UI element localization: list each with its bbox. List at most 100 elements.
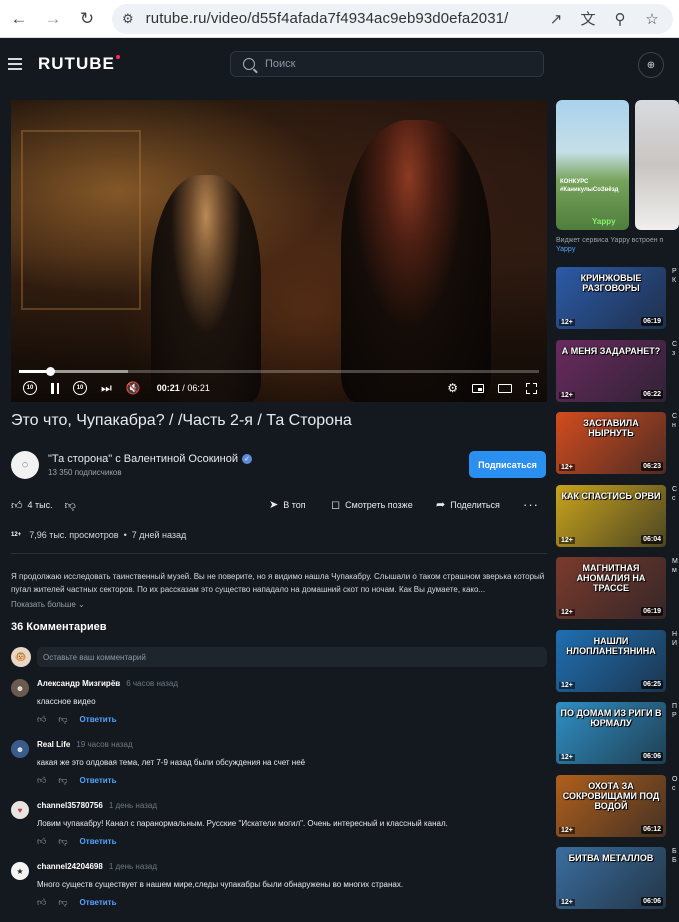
video-frame [11, 100, 547, 402]
recommendation-card[interactable]: ОХОТА ЗА СОКРОВИЩАМИ ПОД ВОДОЙ 12+ 06:12 О … [556, 774, 679, 848]
show-more-button[interactable]: Показать больше ⌄ [11, 600, 547, 609]
recommendation-title[interactable]: Р К [672, 267, 679, 285]
url-text[interactable]: rutube.ru/video/d55f4afada7f4934ac9eb93d… [146, 10, 535, 27]
recommendation-thumbnail[interactable]: КРИНЖОВЫЕ РАЗГОВОРЫ 12+ 06:19 [556, 267, 666, 329]
comment-text: какая же это олдовая тема, лет 7-9 назад… [37, 758, 306, 767]
pause-icon[interactable] [51, 380, 59, 396]
back-icon[interactable]: ← [6, 6, 32, 32]
duration-badge: 06:25 [641, 679, 663, 689]
short-video-card[interactable]: КОНКУРС #КаникулыСоЗвёзд Yappy [556, 100, 629, 230]
watch-later-button[interactable]: ◻ Смотреть позже [331, 498, 413, 511]
duration-badge: 06:06 [641, 752, 663, 761]
short-video-card[interactable] [635, 100, 679, 230]
recommendation-card[interactable]: КРИНЖОВЫЕ РАЗГОВОРЫ 12+ 06:19 Р К [556, 267, 679, 340]
recommendation-card[interactable]: А МЕНЯ ЗАДАРАНЕТ? 12+ 06:22 С з [556, 339, 679, 413]
comment-author[interactable]: channel35780756 [37, 801, 103, 810]
widget-source-link[interactable]: Yappy [556, 246, 575, 253]
recommendation-card[interactable]: НАШЛИ НЛОПЛАНЕТЯНИНА 12+ 06:25 Н И [556, 629, 679, 703]
duration-badge: 06:19 [641, 607, 663, 616]
thumbnail-caption: ЗАСТАВИЛА НЫРНУТЬ [583, 418, 639, 438]
theater-mode-icon[interactable] [498, 380, 512, 396]
zoom-icon[interactable]: ⚲ [609, 8, 631, 30]
recommendation-thumbnail[interactable]: ОХОТА ЗА СОКРОВИЩАМИ ПОД ВОДОЙ 12+ 06:12 [556, 774, 666, 837]
recommendation-thumbnail[interactable]: КАК СПАСТИСЬ ОРВИ 12+ 06:04 [556, 484, 666, 547]
settings-gear-icon[interactable]: ⚙ [447, 380, 458, 396]
channel-name[interactable]: "Та сторона" с Валентиной Осокиной ✓ [48, 453, 253, 465]
recommendation-thumbnail[interactable]: НАШЛИ НЛОПЛАНЕТЯНИНА 12+ 06:25 [556, 629, 666, 692]
comment-like-icon[interactable]: 👍︎ [37, 714, 46, 725]
recommendation-title[interactable]: О с [672, 775, 679, 793]
comment-author[interactable]: Александр Мизгирёв [37, 679, 120, 688]
recommendation-title[interactable]: П Р [672, 702, 679, 720]
commenter-avatar[interactable]: ☻ [11, 679, 29, 697]
reply-button[interactable]: Ответить [80, 898, 117, 907]
recommendation-title[interactable]: Н И [672, 630, 679, 648]
mute-icon[interactable]: 🔇 [126, 380, 141, 396]
comment-dislike-icon[interactable]: 👎︎ [58, 714, 67, 725]
dislike-button[interactable]: 👎︎ [65, 499, 76, 512]
recommendation-title[interactable]: М м [672, 557, 679, 575]
reply-button[interactable]: Ответить [80, 715, 117, 724]
address-bar[interactable]: ⚙ rutube.ru/video/d55f4afada7f4934ac9eb9… [112, 3, 673, 34]
recommendation-card[interactable]: ПО ДОМАМ ИЗ РИГИ В ЮРМАЛУ 12+ 06:06 П Р [556, 702, 679, 775]
next-icon[interactable]: ⏭ [101, 380, 112, 396]
video-meta: 12+ 7,96 тыс. просмотров • 7 дней назад [11, 530, 187, 540]
chevron-down-icon: ⌄ [78, 600, 85, 609]
recommendation-card[interactable]: МАГНИТНАЯ АНОМАЛИЯ НА ТРАССЕ 12+ 06:19 М м [556, 557, 679, 630]
age-badge: 12+ [559, 536, 575, 544]
recommendation-title[interactable]: С з [672, 340, 679, 358]
recommendation-title[interactable]: Б Б [672, 847, 679, 865]
recommendation-title[interactable]: С с [672, 485, 679, 503]
recommendation-thumbnail[interactable]: МАГНИТНАЯ АНОМАЛИЯ НА ТРАССЕ 12+ 06:19 [556, 557, 666, 619]
search-input[interactable]: Поиск [230, 51, 544, 77]
menu-icon[interactable] [8, 58, 22, 70]
recommendation-thumbnail[interactable]: БИТВА МЕТАЛЛОВ 12+ 06:06 [556, 847, 666, 909]
comment-author[interactable]: channel24204698 [37, 862, 103, 871]
top-button[interactable]: ➤ В топ [269, 498, 306, 511]
more-options-icon[interactable]: ··· [523, 497, 539, 512]
pip-icon[interactable] [472, 380, 484, 396]
comment-like-icon[interactable]: 👍︎ [37, 897, 46, 908]
reload-icon[interactable]: ↻ [74, 6, 100, 32]
commenter-avatar[interactable]: ☻ [11, 740, 29, 758]
comment-dislike-icon[interactable]: 👎︎ [58, 897, 67, 908]
recommendation-card[interactable]: БИТВА МЕТАЛЛОВ 12+ 06:06 Б Б [556, 847, 679, 920]
recommendation-card[interactable]: КАК СПАСТИСЬ ОРВИ 12+ 06:04 С с [556, 484, 679, 558]
fullscreen-icon[interactable] [526, 380, 537, 396]
open-in-app-icon[interactable]: ↗ [545, 8, 567, 30]
comment-dislike-icon[interactable]: 👎︎ [58, 775, 67, 786]
comment-dislike-icon[interactable]: 👎︎ [58, 836, 67, 847]
video-player[interactable]: 10 10 ⏭ 🔇 00:21 / 06:21 ⚙ [11, 100, 547, 402]
rutube-logo[interactable]: RUTUBE [38, 54, 120, 74]
reply-button[interactable]: Ответить [80, 776, 117, 785]
upload-icon[interactable]: ⊕ [638, 52, 664, 78]
site-settings-icon[interactable]: ⚙ [122, 11, 134, 27]
progress-bar[interactable] [19, 367, 539, 376]
comment-like-icon[interactable]: 👍︎ [37, 775, 46, 786]
comment-input[interactable]: Оставьте ваш комментарий [37, 647, 547, 667]
recommendation-thumbnail[interactable]: ПО ДОМАМ ИЗ РИГИ В ЮРМАЛУ 12+ 06:06 [556, 702, 666, 764]
like-button[interactable]: 👍︎ 4 тыс. [11, 499, 53, 512]
comment-item: ♥ channel35780756 1 день назад Ловим чупа… [11, 801, 547, 850]
duration-badge: 06:04 [641, 534, 663, 544]
share-button[interactable]: ➦ Поделиться [436, 498, 500, 511]
recommendation-thumbnail[interactable]: ЗАСТАВИЛА НЫРНУТЬ 12+ 06:23 [556, 412, 666, 474]
forward-10-icon[interactable]: 10 [73, 381, 87, 395]
recommendation-title[interactable]: С н [672, 412, 679, 430]
rewind-10-icon[interactable]: 10 [23, 381, 37, 395]
bookmark-star-icon[interactable]: ☆ [641, 8, 663, 30]
commenter-avatar[interactable]: ♥ [11, 801, 29, 819]
translate-icon[interactable]: 文 [577, 8, 599, 30]
recommendation-thumbnail[interactable]: А МЕНЯ ЗАДАРАНЕТ? 12+ 06:22 [556, 339, 666, 402]
comment-like-icon[interactable]: 👍︎ [37, 836, 46, 847]
comment-author[interactable]: Real Life [37, 740, 70, 749]
widget-notice: Виджет сервиса Yappy встроен п Yappy [556, 237, 664, 253]
reply-button[interactable]: Ответить [80, 837, 117, 846]
age-badge: 12+ [559, 899, 575, 906]
subscribe-button[interactable]: Подписаться [469, 451, 546, 478]
channel-avatar[interactable]: ◯ [11, 451, 39, 479]
forward-icon[interactable]: → [40, 6, 66, 32]
comment-time: 6 часов назад [126, 679, 179, 688]
recommendation-card[interactable]: ЗАСТАВИЛА НЫРНУТЬ 12+ 06:23 С н [556, 412, 679, 485]
commenter-avatar[interactable]: ★ [11, 862, 29, 880]
